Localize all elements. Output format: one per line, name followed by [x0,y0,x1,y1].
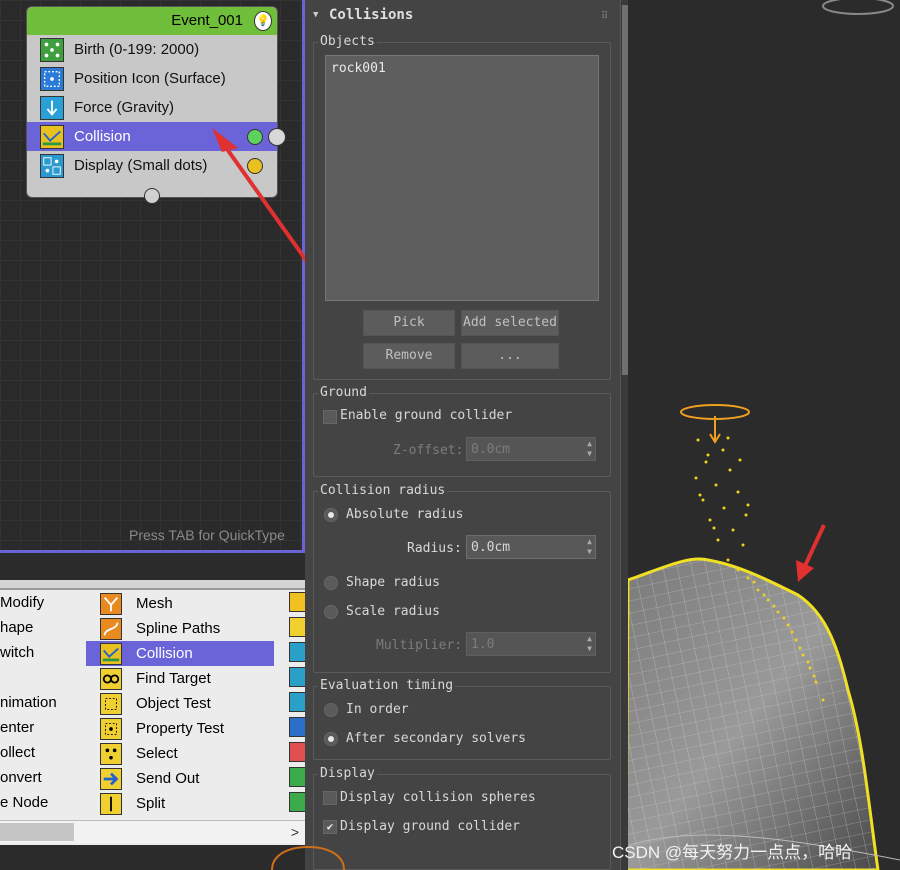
watermark: CSDN @每天努力一点点，哈哈 [612,843,853,862]
multiplier-label: Multiplier: [376,638,463,653]
depot-item-label: Send Out [136,770,200,787]
add-selected-button[interactable]: Add selected [461,310,559,336]
scroll-right-icon[interactable]: > [291,821,299,843]
depot-left-item[interactable]: e Node [0,794,48,811]
remove-button[interactable]: Remove [363,343,455,369]
depot-left-item[interactable]: Modify [0,594,44,611]
zoffset-label: Z-offset: [393,443,464,458]
depot-item-collision[interactable]: Collision [86,641,274,666]
display-ground-checkbox[interactable]: ✔ [323,820,337,834]
enable-ground-checkbox[interactable] [323,410,337,424]
depot-divider[interactable] [0,580,305,590]
display-spheres-checkbox[interactable] [323,791,337,805]
display-spheres-label: Display collision spheres [340,790,536,805]
depot-item-select[interactable]: Select [86,741,274,766]
scene-object [822,0,894,15]
depot-left-item[interactable]: onvert [0,769,42,786]
particle-view[interactable]: Event_001 💡 Birth (0-199: 2000) Position… [0,0,305,553]
absolute-radius-label: Absolute radius [346,507,464,522]
spinner-arrows-icon[interactable]: ▲ ▼ [587,537,592,557]
object-item[interactable]: rock001 [331,61,386,76]
objects-list[interactable]: rock001 [325,55,599,301]
collapse-triangle-icon[interactable]: ▼ [313,10,318,20]
collision-radius-label: Collision radius [318,483,448,498]
radius-value: 0.0cm [471,540,511,555]
depot-item-label: Split [136,795,166,812]
after-secondary-label: After secondary solvers [346,731,527,746]
depot-left-item[interactable]: witch [0,644,34,661]
scale-radius-radio[interactable] [324,605,338,619]
depot-item-send-out[interactable]: Send Out [86,766,274,791]
depot-item-label: Select [136,745,178,762]
zoffset-value: 0.0cm [471,442,511,457]
depot-item-label: Property Test [136,720,225,737]
spline-paths-icon [100,617,122,640]
depot-item-spline-paths[interactable]: Spline Paths [86,616,274,641]
operator-depot[interactable]: Modify hape witch nimation enter ollect … [0,580,307,845]
depot-left-item[interactable]: nimation [0,694,57,711]
split-icon [100,792,122,815]
spinner-arrows-icon[interactable]: ▲ ▼ [587,439,592,459]
after-secondary-radio[interactable] [324,732,338,746]
send-out-icon [100,767,122,790]
depot-item-label: Collision [136,645,193,662]
depot-item-find-target[interactable]: Find Target [86,666,274,691]
collision-icon [100,642,122,665]
select-icon [100,742,122,765]
enable-ground-label: Enable ground collider [340,408,513,423]
viewport-scene [628,0,900,870]
annotation-arrow [802,524,826,569]
shape-radius-radio[interactable] [324,576,338,590]
3d-viewport[interactable] [628,0,900,870]
ground-group [313,393,611,477]
absolute-radius-radio[interactable] [324,508,338,522]
depot-item-label: Spline Paths [136,620,221,637]
evaluation-timing-group [313,686,611,760]
depot-item-label: Find Target [136,670,211,687]
ground-label: Ground [318,385,369,400]
radius-spinner[interactable]: 0.0cm ▲ ▼ [466,535,596,559]
shape-radius-label: Shape radius [346,575,440,590]
radius-label: Radius: [407,541,462,556]
annotation-arrow [212,128,305,263]
depot-left-item[interactable]: hape [0,619,33,636]
depot-item-split[interactable]: Split [86,791,274,816]
in-order-radio[interactable] [324,703,338,717]
depot-left-item[interactable]: enter [0,719,34,736]
more-button[interactable]: ... [461,343,559,369]
depot-horizontal-scrollbar[interactable]: > [0,820,305,843]
collisions-rollout[interactable]: ▼ Collisions ⠿ Objects rock001 Pick Add … [305,0,625,870]
mesh-icon [100,592,122,615]
scale-radius-label: Scale radius [346,604,440,619]
property-test-icon [100,717,122,740]
multiplier-spinner[interactable]: 1.0 ▲ ▼ [466,632,596,656]
depot-item-label: Mesh [136,595,173,612]
depot-left-item[interactable]: ollect [0,744,35,761]
find-target-icon [100,667,122,690]
display-ground-label: Display ground collider [340,819,521,834]
quicktype-hint: Press TAB for QuickType [129,527,285,543]
multiplier-value: 1.0 [471,637,495,652]
depot-item-mesh[interactable]: Mesh [86,591,274,616]
depot-item-object-test[interactable]: Object Test [86,691,274,716]
rollout-title[interactable]: Collisions [329,7,413,23]
objects-label: Objects [318,34,377,49]
grip-icon[interactable]: ⠿ [601,11,608,22]
zoffset-spinner[interactable]: 0.0cm ▲ ▼ [466,437,596,461]
logo-mark [271,845,345,870]
depot-item-property-test[interactable]: Property Test [86,716,274,741]
spinner-arrows-icon[interactable]: ▲ ▼ [587,634,592,654]
scrollbar-thumb[interactable] [0,823,74,841]
pick-button[interactable]: Pick [363,310,455,336]
object-test-icon [100,692,122,715]
depot-item-label: Object Test [136,695,211,712]
evaluation-timing-label: Evaluation timing [318,678,456,693]
display-label: Display [318,766,377,781]
in-order-label: In order [346,702,409,717]
